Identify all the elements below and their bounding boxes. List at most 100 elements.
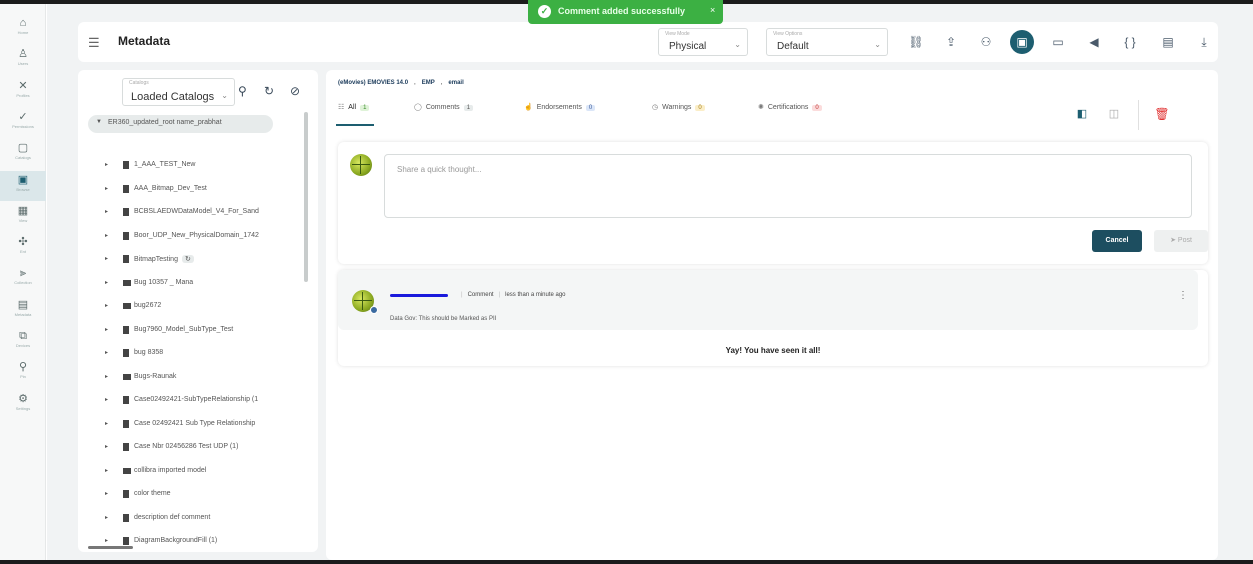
tab-count-badge: 0 <box>812 105 822 111</box>
vertical-scrollbar[interactable] <box>304 112 308 282</box>
tab-comments[interactable]: ◯ Comments 1 <box>414 103 474 125</box>
caret-right-icon[interactable]: ▸ <box>105 467 108 474</box>
rail-item-view[interactable]: ▦ View <box>0 202 46 232</box>
rail-item-ent[interactable]: ✣ Ent <box>0 233 46 263</box>
download-icon[interactable]: ⤓ <box>1194 32 1214 52</box>
breadcrumb-separator: , <box>440 80 443 86</box>
split-view-icon[interactable]: ◧ <box>1072 104 1092 124</box>
code-icon[interactable]: { } <box>1120 32 1140 52</box>
catalogs-icon: ▢ <box>17 142 29 155</box>
tag-icon[interactable]: ⊘ <box>290 84 300 98</box>
document-icon[interactable]: ▭ <box>1048 32 1068 52</box>
tree-item[interactable]: ▸ description def comment <box>78 511 306 527</box>
catalogs-select[interactable]: Catalogs Loaded Catalogs ⌄ <box>122 78 235 106</box>
rail-label: View <box>18 217 28 223</box>
caret-right-icon[interactable]: ▸ <box>105 396 108 403</box>
tree-item[interactable]: ▸ Case02492421-SubTypeRelationship (1 <box>78 393 306 409</box>
tree-item[interactable]: ▸ collibra imported model <box>78 464 306 480</box>
save-icon[interactable]: ▤ <box>1158 32 1178 52</box>
tree-item[interactable]: ▸ bug2672 <box>78 299 306 315</box>
caret-right-icon[interactable]: ▸ <box>105 514 108 521</box>
breadcrumb-item[interactable]: (eMovies) EMOVIES 14.0 <box>338 80 408 86</box>
caret-right-icon[interactable]: ▸ <box>105 373 108 380</box>
tree-item[interactable]: ▸ Bugs-Raunak <box>78 370 306 386</box>
view-options-select[interactable]: View Options Default ⌄ <box>766 28 888 56</box>
caret-right-icon[interactable]: ▸ <box>105 326 108 333</box>
rail-item-users[interactable]: ♙ Users <box>0 45 46 75</box>
caret-right-icon[interactable]: ▸ <box>105 490 108 497</box>
rail-label: Permissions <box>12 123 34 129</box>
rail-item-profiles[interactable]: ✕ Profiles <box>0 77 46 107</box>
view-mode-select[interactable]: View Mode Physical ⌄ <box>658 28 748 56</box>
caret-right-icon[interactable]: ▸ <box>105 208 108 215</box>
rail-item-collection[interactable]: ⫸ Collection <box>0 264 46 294</box>
rail-item-home[interactable]: ⌂ Home <box>0 14 46 44</box>
details-icon[interactable]: ▣ <box>1010 30 1034 54</box>
caret-right-icon[interactable]: ▸ <box>105 420 108 427</box>
cancel-button[interactable]: Cancel <box>1092 230 1142 252</box>
horizontal-scrollbar[interactable] <box>88 546 133 549</box>
caret-down-icon[interactable]: ▼ <box>96 119 102 125</box>
tab-warnings[interactable]: ◷ Warnings 0 <box>652 103 705 125</box>
tree-item[interactable]: ▸ Case 02492421 Sub Type Relationship <box>78 417 306 433</box>
tree-item[interactable]: ▸ Boor_UDP_New_PhysicalDomain_1742 <box>78 229 306 245</box>
tree-root-node[interactable]: ▼ ER360_updated_root name_prabhat <box>88 115 273 133</box>
tree-item[interactable]: ▸ Bug7960_Model_SubType_Test <box>78 323 306 339</box>
post-button[interactable]: ➤ Post <box>1154 230 1208 252</box>
sidebar-toggle-icon[interactable]: ☰ <box>88 35 100 51</box>
tab-certifications[interactable]: ✺ Certifications 0 <box>758 103 822 125</box>
more-options-icon[interactable]: ⋮ <box>1178 290 1188 301</box>
caret-right-icon[interactable]: ▸ <box>105 443 108 450</box>
full-view-icon[interactable]: ◫ <box>1104 104 1124 124</box>
caret-right-icon[interactable]: ▸ <box>105 232 108 239</box>
tree-item[interactable]: ▸ color theme <box>78 487 306 503</box>
folder-icon <box>123 279 131 286</box>
tab-endorsements[interactable]: ☝ Endorsements 0 <box>524 103 596 125</box>
caret-right-icon[interactable]: ▸ <box>105 349 108 356</box>
thought-input[interactable]: Share a quick thought... <box>384 154 1192 218</box>
comment-type: Comment <box>467 292 494 298</box>
tree-item[interactable]: ▸ bug 8358 <box>78 346 306 362</box>
rail-item-permissions[interactable]: ✓ Permissions <box>0 108 46 138</box>
hierarchy-icon[interactable]: ⚇ <box>976 32 996 52</box>
rail-item-metadata[interactable]: ▤ Metadata <box>0 296 46 326</box>
delete-icon[interactable]: 🗑 <box>1152 104 1172 124</box>
page-title: Metadata <box>118 34 171 48</box>
caret-right-icon[interactable]: ▸ <box>105 161 108 168</box>
speaker-icon[interactable]: ◀ <box>1084 32 1104 52</box>
activity-feed: | Comment | less than a minute ago Data Gov… <box>338 270 1208 366</box>
tree-item[interactable]: ▸ BCBSLAEDWDataModel_V4_For_Sand <box>78 205 306 221</box>
search-icon[interactable]: ⚲ <box>238 84 247 98</box>
link-icon[interactable]: ⛓ <box>906 32 926 52</box>
tree-item-label: AAA_Bitmap_Dev_Test <box>134 184 207 192</box>
chevron-down-icon: ⌄ <box>734 40 741 49</box>
tree-item[interactable]: ▸ Case Nbr 02456286 Test UDP (1) <box>78 440 306 456</box>
breadcrumb-item[interactable]: email <box>448 80 463 86</box>
refresh-icon[interactable]: ↻ <box>264 84 274 98</box>
breadcrumb-separator: , <box>414 80 416 86</box>
rail-item-pin[interactable]: ⚲ Pin <box>0 358 46 388</box>
share-icon[interactable]: ⇪ <box>941 32 961 52</box>
tab-all[interactable]: ☷ All 1 <box>338 103 370 125</box>
tree-item[interactable]: ▸ BitmapTesting ↻ <box>78 252 306 268</box>
file-icon <box>123 490 129 498</box>
devices-icon: ⧉ <box>19 330 27 342</box>
tree-item[interactable]: ▸ 1_AAA_TEST_New <box>78 158 306 174</box>
caret-right-icon[interactable]: ▸ <box>105 537 108 544</box>
rail-item-settings[interactable]: ⚙ Settings <box>0 390 46 420</box>
breadcrumb-item[interactable]: EMP <box>422 80 435 86</box>
rail-item-catalogs[interactable]: ▢ Catalogs <box>0 139 46 169</box>
tree-item-label: DiagramBackgroundFill (1) <box>134 537 218 544</box>
rail-item-devices[interactable]: ⧉ Devices <box>0 327 46 357</box>
caret-right-icon[interactable]: ▸ <box>105 302 108 309</box>
toast-close-icon[interactable]: × <box>710 5 715 15</box>
rail-label: Settings <box>15 405 31 411</box>
tree-item[interactable]: ▸ Bug 10357 _ Mana <box>78 276 306 292</box>
tree-item[interactable]: ▸ AAA_Bitmap_Dev_Test <box>78 182 306 198</box>
caret-right-icon[interactable]: ▸ <box>105 255 108 262</box>
file-icon <box>123 443 129 451</box>
caret-right-icon[interactable]: ▸ <box>105 279 108 286</box>
caret-right-icon[interactable]: ▸ <box>105 185 108 192</box>
rail-item-browse[interactable]: ▣ Browse <box>0 170 46 201</box>
metadata-icon: ▤ <box>17 298 29 311</box>
